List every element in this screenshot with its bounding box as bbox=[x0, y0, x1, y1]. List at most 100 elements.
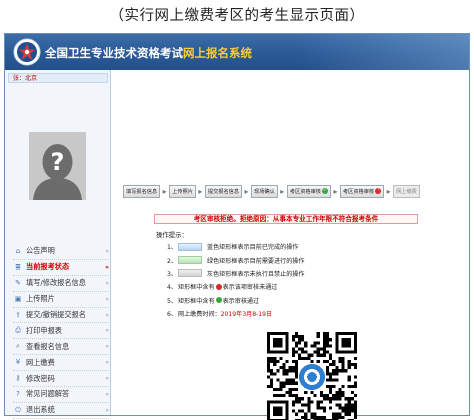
step-box[interactable]: 上传照片 bbox=[169, 184, 196, 198]
step-label: 上传照片 bbox=[172, 188, 193, 195]
person-silhouette-icon: ? bbox=[29, 132, 86, 200]
browser-page: 全国卫生专业技术资格考试网上报名系统 张：北京 ? ⌂ 公告声明 » ≣ 当前报考状态 »… bbox=[4, 33, 470, 420]
menu-item[interactable]: ⌂ 公告声明 » bbox=[13, 244, 109, 260]
guide-item-text: 网上缴费时间： bbox=[178, 311, 221, 319]
step-box: 网上缴费 bbox=[393, 184, 420, 198]
step-box[interactable]: 填写报名信息 bbox=[123, 184, 161, 198]
operation-guide: 1、 蓝色矩形框表示目前已完成的操作 2、 绿色矩形框表示目前需要进行的操作 3、 灰色矩… bbox=[167, 240, 427, 320]
guide-item-number: 2、 bbox=[167, 257, 177, 265]
qr-code bbox=[267, 332, 357, 420]
svg-text:?: ? bbox=[51, 148, 65, 176]
guide-item-number: 3、 bbox=[167, 270, 177, 278]
guide-item-number: 6、 bbox=[167, 311, 177, 319]
color-swatch bbox=[178, 256, 202, 265]
chevron-right-icon: » bbox=[105, 327, 109, 335]
green-dot-icon bbox=[215, 297, 222, 304]
guide-item-text: 绿色矩形框表示目前需要进行的操作 bbox=[207, 257, 305, 265]
guide-item: 4、 矩形框中含有 表示该项审核未通过 bbox=[167, 280, 427, 293]
step-box[interactable]: 考区资格审核 ✓ bbox=[286, 184, 331, 198]
menu-item[interactable]: ▣ 上传照片 » bbox=[13, 292, 109, 308]
payment-period: 2019年3月8-19日 bbox=[220, 311, 273, 319]
guide-title: 操作提示： bbox=[156, 231, 188, 239]
menu-item-label: 查看报名信息 bbox=[26, 341, 70, 351]
menu-item-label: 修改密码 bbox=[26, 373, 55, 383]
step-label: 考区资格审核 bbox=[342, 188, 375, 195]
key-icon: ⚷ bbox=[15, 374, 21, 383]
menu-item[interactable]: ⌕ 查看报名信息 » bbox=[13, 339, 109, 356]
logo-icon bbox=[13, 38, 41, 66]
menu-item[interactable]: ≣ 当前报考状态 » bbox=[13, 260, 109, 276]
home-icon: ⌂ bbox=[15, 246, 21, 255]
menu-item-label: 填写/修改报名信息 bbox=[26, 278, 86, 288]
menu-item-label: 退出系统 bbox=[26, 405, 55, 415]
guide-item-text: 灰色矩形框表示未执行且禁止的操作 bbox=[207, 270, 305, 278]
step-arrow-icon: ▸ bbox=[162, 186, 167, 196]
print-icon: ⎙ bbox=[15, 326, 21, 335]
guide-item: 3、 灰色矩形框表示未执行且禁止的操作 bbox=[167, 267, 427, 280]
menu-item[interactable]: ✎ 填写/修改报名信息 » bbox=[13, 276, 109, 292]
user-label: 张：北京 bbox=[8, 73, 108, 83]
menu-item-label: 当前报考状态 bbox=[26, 262, 70, 272]
chevron-right-icon: » bbox=[105, 263, 109, 271]
menu-item-label: 上传照片 bbox=[26, 294, 55, 304]
menu-item[interactable]: ⏻ 退出系统 » bbox=[13, 403, 109, 419]
guide-item-number: 5、 bbox=[167, 297, 177, 305]
guide-item-text: 表示审核通过 bbox=[222, 297, 260, 305]
reject-notice: 考区审核拒绝。拒绝原因：从事本专业工作年限不符合报考条件 bbox=[154, 214, 418, 224]
exit-icon: ⏻ bbox=[15, 405, 21, 414]
step-label: 网上缴费 bbox=[396, 188, 417, 195]
step-arrow-icon: ▸ bbox=[280, 186, 285, 196]
list-icon: ≣ bbox=[15, 262, 21, 271]
chevron-right-icon: » bbox=[105, 311, 109, 319]
menu-item[interactable]: ¥ 网上缴费 » bbox=[13, 355, 109, 372]
menu-item-label: 网上缴费 bbox=[26, 357, 55, 367]
main-content: 填写报名信息 ▸ 上传照片 ▸ 提交报名信息 ▸ 现场确认 ▸ 考区资格审核 ✓ ▸ 考区资格审核! ▸… bbox=[112, 70, 469, 420]
guide-item: 1、 蓝色矩形框表示目前已完成的操作 bbox=[167, 240, 427, 253]
menu-item[interactable]: ⇪ 提交/撤销提交报名 » bbox=[13, 308, 109, 324]
menu-item-label: 常见问题解答 bbox=[26, 389, 70, 399]
menu-item[interactable]: ⚷ 修改密码 » bbox=[13, 371, 109, 388]
cross-icon: ! bbox=[375, 188, 382, 194]
edit-icon: ✎ bbox=[15, 278, 21, 287]
menu-item[interactable]: ⎙ 打印申报表 » bbox=[13, 323, 109, 340]
payment-icon: ¥ bbox=[15, 358, 21, 367]
step-label: 现场确认 bbox=[254, 188, 275, 195]
step-box[interactable]: 现场确认 bbox=[251, 184, 278, 198]
step-label: 提交报名信息 bbox=[207, 188, 240, 195]
search-icon: ⌕ bbox=[16, 342, 20, 351]
guide-item: 6、 网上缴费时间： 2019年3月8-19日 bbox=[167, 307, 427, 320]
step-arrow-icon: ▸ bbox=[198, 186, 203, 196]
menu-item[interactable]: ? 常见问题解答 » bbox=[13, 387, 109, 403]
menu-item-label: 提交/撤销提交报名 bbox=[26, 310, 86, 319]
chevron-right-icon: » bbox=[105, 375, 109, 383]
step-box[interactable]: 提交报名信息 bbox=[204, 184, 243, 198]
guide-item: 5、 矩形框中含有 表示审核通过 bbox=[167, 294, 427, 307]
photo-icon: ▣ bbox=[14, 294, 22, 303]
chevron-right-icon: » bbox=[105, 247, 109, 255]
guide-item-number: 1、 bbox=[167, 244, 177, 252]
step-label: 考区资格审核 bbox=[289, 188, 321, 195]
chevron-right-icon: » bbox=[105, 295, 109, 303]
sidebar-menu: ⌂ 公告声明 » ≣ 当前报考状态 » ✎ 填写/修改报名信息 » ▣ 上传照片 » ⇪ 提交/撤销提交报… bbox=[13, 244, 109, 419]
step-arrow-icon: ▸ bbox=[333, 186, 338, 196]
site-title-accent: 网上报名系统 bbox=[183, 46, 252, 60]
guide-item: 2、 绿色矩形框表示目前需要进行的操作 bbox=[167, 253, 427, 266]
submit-icon: ⇪ bbox=[15, 310, 21, 319]
chevron-right-icon: » bbox=[105, 359, 109, 367]
step-box[interactable]: 考区资格审核! bbox=[339, 184, 385, 198]
site-header: 全国卫生专业技术资格考试网上报名系统 bbox=[5, 34, 469, 70]
color-swatch bbox=[178, 242, 202, 251]
sidebar: 张：北京 ? ⌂ 公告声明 » ≣ 当前报考状态 » ✎ 填写/修改报名信息 » ▣ 上传照片 » ⇪ 提… bbox=[5, 70, 111, 419]
color-swatch bbox=[178, 269, 202, 278]
header-decoration bbox=[299, 34, 469, 70]
step-arrow-icon: ▸ bbox=[244, 186, 249, 196]
chevron-right-icon: » bbox=[105, 406, 109, 414]
step-label: 填写报名信息 bbox=[126, 188, 158, 195]
guide-item-text: 表示该项审核未通过 bbox=[222, 284, 278, 292]
check-icon: ✓ bbox=[321, 188, 328, 194]
page-caption: （实行网上缴费考区的考生显示页面） bbox=[109, 8, 365, 24]
avatar-placeholder: ? bbox=[29, 132, 86, 200]
red-dot-icon bbox=[215, 283, 222, 290]
site-title-main: 全国卫生专业技术资格考试 bbox=[45, 46, 183, 60]
site-title: 全国卫生专业技术资格考试网上报名系统 bbox=[45, 45, 252, 61]
